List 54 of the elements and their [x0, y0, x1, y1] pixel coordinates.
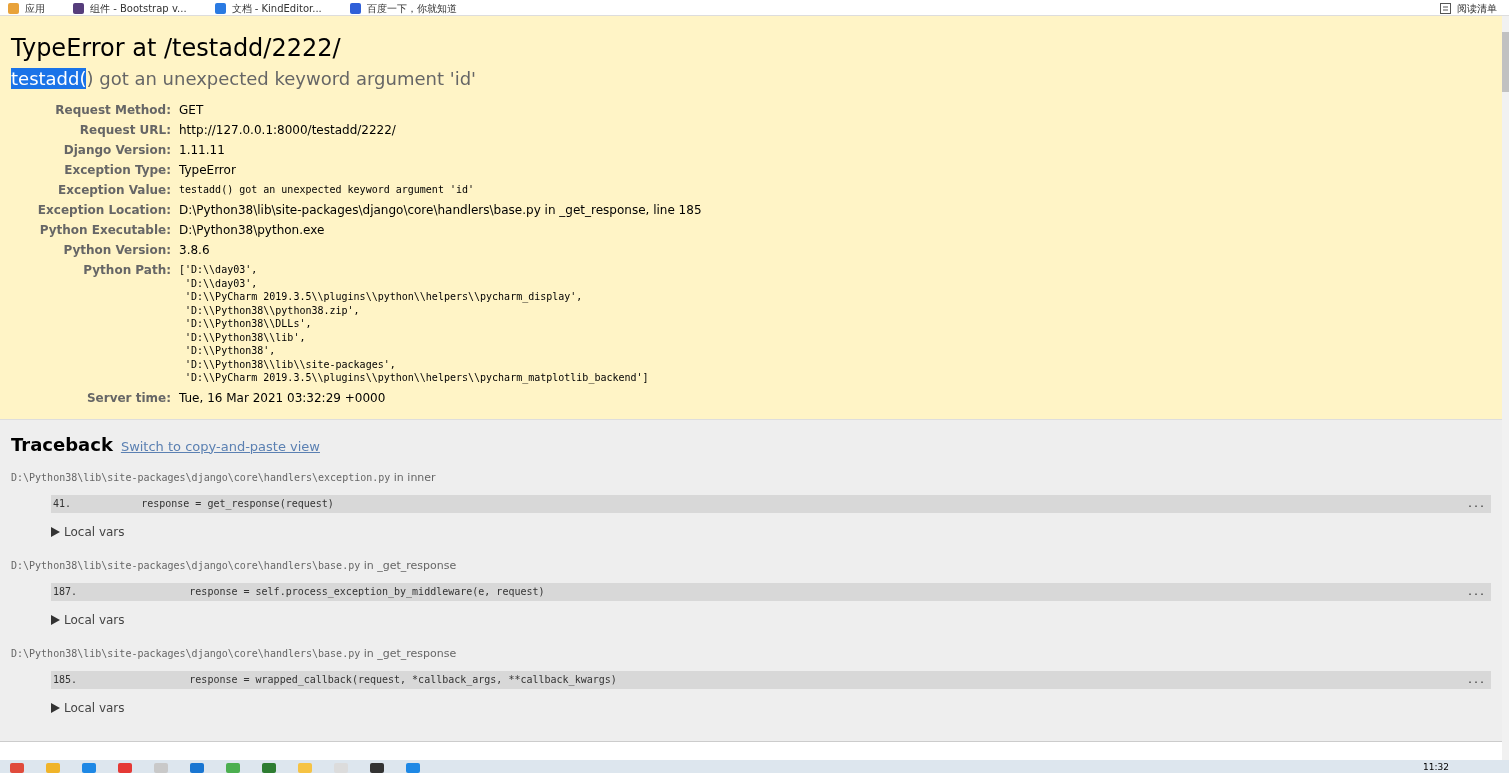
- bookmark-icon: [8, 3, 19, 14]
- local-vars-toggle[interactable]: Local vars: [51, 700, 1491, 715]
- bookmark-link[interactable]: 文档 - KindEditor...: [214, 2, 322, 15]
- local-vars-toggle[interactable]: Local vars: [51, 524, 1491, 539]
- bookmark-icon: [349, 3, 361, 14]
- expand-arrow-icon: [51, 702, 60, 713]
- meta-label: Request Method:: [11, 101, 179, 121]
- reading-list-link[interactable]: 阅读清单: [1440, 2, 1497, 15]
- frame-in: in: [393, 470, 404, 484]
- meta-label: Python Executable:: [38, 222, 172, 239]
- clock: 11:32: [1423, 761, 1449, 773]
- meta-value: 1.11.11: [179, 143, 225, 157]
- bookmark-icon: [73, 3, 84, 14]
- bookmark-link[interactable]: 应用: [8, 2, 45, 15]
- meta-label: Exception Value:: [11, 181, 179, 201]
- frame-file: D:\Python38\lib\site-packages\django\core\handlers\base.py: [11, 647, 361, 659]
- error-message: testadd() got an unexpected keyword argument 'id': [11, 68, 478, 89]
- frame-function: _get_response: [377, 646, 457, 660]
- frame-function: _get_response: [377, 558, 457, 572]
- meta-value: 3.8.6: [179, 243, 210, 257]
- copy-paste-link[interactable]: Switch to copy-and-paste view: [120, 438, 320, 454]
- traceback-title: Traceback: [11, 433, 113, 455]
- meta-value: http://127.0.0.1:8000/testadd/2222/: [179, 123, 396, 137]
- meta-value: GET: [179, 103, 204, 117]
- bookmark-icon: [214, 3, 226, 14]
- list-icon: [1440, 3, 1451, 14]
- bookmark-link[interactable]: 百度一下，你就知道: [349, 2, 457, 15]
- app-icon[interactable]: [262, 763, 276, 773]
- meta-value: ['D:\\day03', 'D:\\day03', 'D:\\PyCharm 2019.3.5\\plugins\\python\\helpers\\pycharm_display', 'D:\\Python38\\python38.zip', 'D:\\Python38\\DLLs', 'D:\\Python38\\lib', 'D:\\Python38', 'D:\\Python38\\lib\\site-packages', 'D:\\PyCharm 2019.3.5\\plugins\\python\\helpers\\pycharm_matplotlib_backend']: [179, 263, 650, 385]
- frame-file: D:\Python38\lib\site-packages\django\core\handlers\exception.py: [11, 471, 391, 483]
- meta-label: Exception Type:: [11, 161, 179, 181]
- meta-value: Tue, 16 Mar 2021 03:32:29 +0000: [179, 390, 386, 405]
- meta-value: testadd() got an unexpected keyword argument 'id': [179, 183, 475, 197]
- bookmark-link[interactable]: 组件 - Bootstrap v...: [73, 2, 187, 15]
- meta-label: Server time:: [11, 388, 179, 409]
- meta-label: Request URL:: [78, 122, 172, 139]
- expand-arrow-icon: [51, 614, 60, 625]
- meta-value: TypeError: [179, 163, 236, 177]
- meta-value: D:\Python38\lib\site-packages\django\core\handlers\base.py in _get_response, line 185: [179, 203, 702, 217]
- meta-value: D:\Python38\python.exe: [179, 223, 325, 237]
- frame-in: in: [363, 558, 374, 572]
- meta-label: Python Version:: [11, 241, 179, 261]
- meta-label: Exception Location:: [36, 202, 172, 219]
- frame-function: inner: [407, 470, 436, 484]
- expand-arrow-icon: [51, 526, 60, 537]
- local-vars-toggle[interactable]: Local vars: [51, 612, 1491, 627]
- app-icon[interactable]: [370, 763, 384, 773]
- meta-label: Django Version:: [62, 142, 172, 159]
- error-title: TypeError at /testadd/2222/: [11, 34, 342, 62]
- frame-file: D:\Python38\lib\site-packages\django\core\handlers\base.py: [11, 559, 361, 571]
- meta-label: Python Path:: [82, 262, 172, 279]
- scrollbar[interactable]: [1502, 16, 1509, 760]
- frame-in: in: [363, 646, 374, 660]
- app-icon[interactable]: [190, 763, 204, 773]
